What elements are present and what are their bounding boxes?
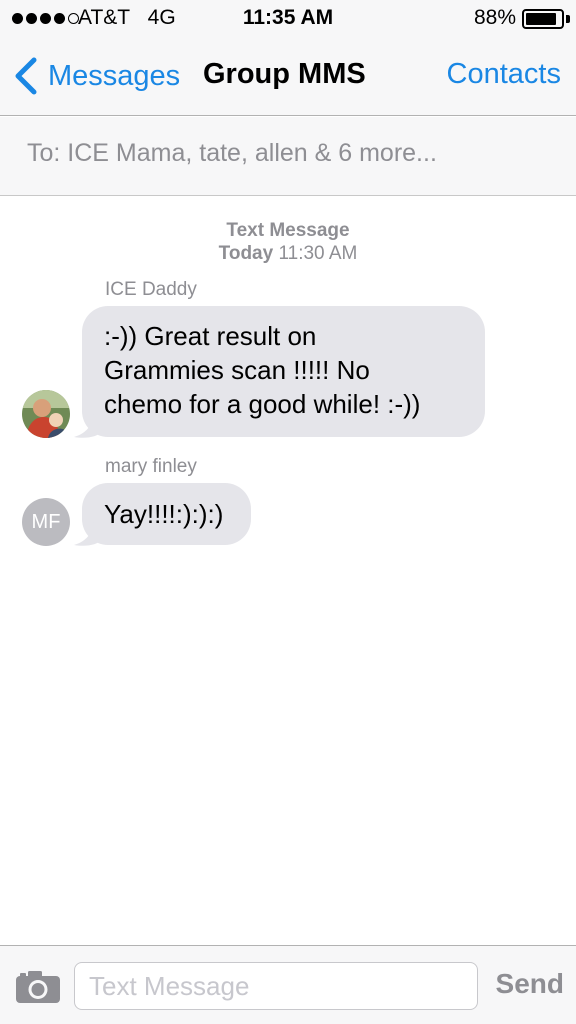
message-bubble[interactable]: :-)) Great result on Grammies scan !!!!!… <box>82 306 485 437</box>
message-input[interactable] <box>74 962 478 1010</box>
send-button[interactable]: Send <box>496 968 564 1000</box>
bubble-tail <box>74 409 102 438</box>
avatar-initials: MF <box>31 510 61 533</box>
back-button[interactable]: Messages <box>12 56 180 96</box>
battery-icon <box>522 9 564 29</box>
message-line: :-)) Great result on <box>104 321 317 351</box>
status-bar: AT&T 4G 11:35 AM 88% <box>0 0 576 38</box>
sender-name: ICE Daddy <box>105 279 197 300</box>
camera-icon[interactable] <box>14 966 62 1006</box>
conversation-timestamp: Text Message Today 11:30 AM <box>0 219 576 265</box>
back-chevron-icon <box>15 57 37 95</box>
message-line: Yay!!!!:):):) <box>104 499 224 529</box>
sender-name: mary finley <box>105 456 197 477</box>
bubble-tail <box>74 517 102 546</box>
timestamp-type: Text Message <box>226 220 350 241</box>
battery-percent: 88% <box>473 6 516 29</box>
navigation-bar: Messages Group MMS Contacts <box>0 38 576 116</box>
message-line: chemo for a good while! :-)) <box>104 389 421 419</box>
timestamp-day: Today <box>218 243 274 264</box>
page-title: Group MMS <box>203 58 366 90</box>
back-label: Messages <box>48 59 181 92</box>
message-list[interactable]: Text Message Today 11:30 AM ICE Daddy :-… <box>0 197 576 945</box>
recipients-text: To: ICE Mama, tate, allen & 6 more... <box>27 139 437 167</box>
timestamp-time: 11:30 AM <box>278 243 358 264</box>
recipients-field[interactable]: To: ICE Mama, tate, allen & 6 more... <box>0 117 576 196</box>
message-line: Grammies scan !!!!! No <box>104 355 370 385</box>
avatar[interactable]: MF <box>22 498 70 546</box>
battery-tip <box>566 15 570 23</box>
battery-fill <box>526 13 556 25</box>
compose-bar: Send <box>0 945 576 1024</box>
avatar[interactable] <box>22 390 70 438</box>
message-bubble[interactable]: Yay!!!!:):):) <box>82 483 251 545</box>
contacts-button[interactable]: Contacts <box>447 58 561 91</box>
avatar-photo <box>22 390 70 438</box>
